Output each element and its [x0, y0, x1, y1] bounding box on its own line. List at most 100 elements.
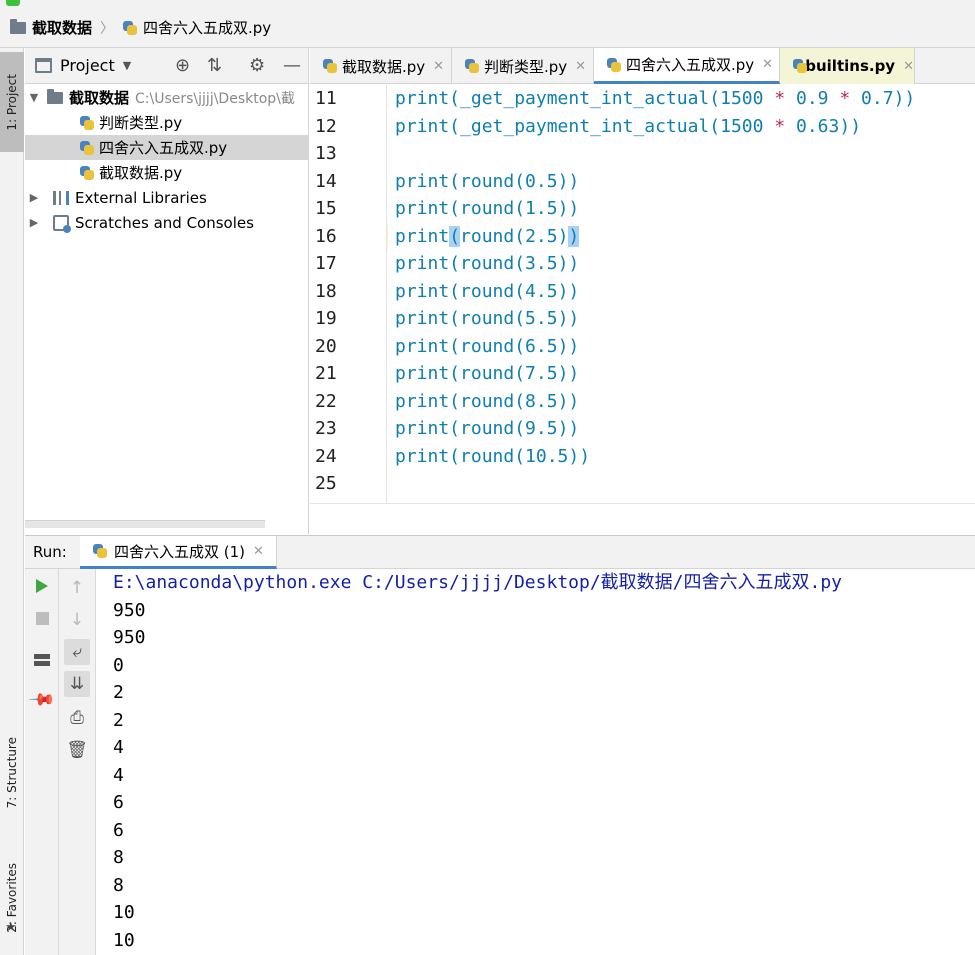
tab-label: builtins.py [805, 57, 896, 75]
collapse-all-icon[interactable]: ⇅ [207, 55, 222, 76]
tree-item-file-selected[interactable]: 四舍六入五成双.py [25, 135, 309, 160]
scroll-to-end-button[interactable]: ⇊ [64, 671, 90, 697]
project-panel-header: Project ▼ ⊕ ⇅ ⚙ — [25, 48, 308, 84]
tab-project[interactable]: 1: Project [0, 52, 24, 152]
console-output-line: 8 [113, 847, 124, 868]
tab-project-label: 1: Project [5, 73, 19, 131]
chevron-down-icon[interactable]: ▼ [27, 91, 41, 104]
scratches-label: Scratches and Consoles [75, 213, 254, 232]
tab-label: 判断类型.py [484, 57, 568, 76]
line-number: 18 [315, 280, 337, 302]
tree-item-file[interactable]: 截取数据.py [25, 160, 309, 185]
code-line[interactable]: print(round(8.5)) [395, 388, 579, 416]
python-file-icon [92, 543, 108, 559]
run-toolbar-secondary: ↑ ↓ ⤶ ⇊ ⎙ 🗑 [59, 569, 96, 955]
print-button[interactable]: ⎙ [64, 705, 90, 731]
run-console[interactable]: E:\anaconda\python.exe C:/Users/jjjj/Des… [97, 569, 975, 955]
console-output-line: 8 [113, 874, 124, 896]
close-icon[interactable]: ✕ [762, 57, 773, 72]
hide-icon[interactable]: — [283, 55, 301, 76]
down-arrow-button[interactable]: ↓ [64, 607, 90, 633]
tree-root-name: 截取数据 [69, 89, 130, 107]
close-icon[interactable]: ✕ [253, 544, 264, 559]
code-line[interactable]: print(round(1.5)) [395, 195, 579, 223]
chevron-right-icon[interactable]: ▶ [27, 191, 41, 204]
code-line[interactable]: print(_get_payment_int_actual(1500 * 0.9… [395, 85, 915, 113]
menu-bar [0, 0, 975, 8]
close-icon[interactable]: ✕ [575, 59, 586, 74]
soft-wrap-button[interactable]: ⤶ [64, 639, 90, 665]
code-line[interactable]: print(round(3.5)) [395, 250, 579, 278]
tab-file-sishe[interactable]: 四舍六入五成双.py ✕ [594, 48, 780, 84]
console-output-line: 0 [113, 654, 124, 676]
code-editor[interactable]: print(_get_payment_int_actual(1500 * 0.9… [388, 85, 975, 503]
code-line[interactable]: print(_get_payment_int_actual(1500 * 0.6… [395, 113, 861, 141]
line-number: 17 [315, 253, 337, 274]
editor-empty-area[interactable] [310, 503, 975, 534]
scroll-to-end-icon: ⇊ [69, 674, 85, 694]
editor-gutter[interactable]: 11 12 13 14 15 16 17 18 19 20 21 22 23 24 25 [310, 85, 387, 503]
code-line[interactable]: print(round(4.5)) [395, 278, 579, 306]
pin-button[interactable]: 📌 [27, 685, 57, 715]
tree-item-scratches[interactable]: ▶ Scratches and Consoles [25, 210, 309, 235]
horizontal-scrollbar[interactable] [25, 520, 265, 528]
breadcrumb-file[interactable]: 四舍六入五成双.py [143, 17, 271, 38]
tab-structure-label: 7: Structure [5, 737, 19, 809]
line-number: 13 [315, 143, 337, 164]
tree-item-file[interactable]: 判断类型.py [25, 110, 309, 135]
gear-icon[interactable]: ⚙ [249, 55, 265, 76]
tab-file-builtins[interactable]: builtins.py ✕ [780, 48, 915, 84]
project-panel: Project ▼ ⊕ ⇅ ⚙ — ▼ 截取数据 C:\Users\jjjj\D… [25, 48, 309, 534]
code-line[interactable]: print(round(10.5)) [395, 443, 590, 471]
scratches-icon [53, 214, 71, 233]
console-output-line: 950 [113, 599, 146, 621]
tab-file-jiequ[interactable]: 截取数据.py ✕ [310, 48, 452, 84]
clear-button[interactable]: 🗑 [64, 737, 90, 763]
line-number: 25 [315, 473, 337, 494]
console-output-line: 10 [113, 902, 135, 923]
tree-file-label: 判断类型.py [99, 114, 183, 132]
code-line[interactable]: print(round(2.5)) [395, 223, 580, 251]
up-arrow-button[interactable]: ↑ [64, 575, 90, 601]
tab-structure[interactable]: 7: Structure [0, 718, 24, 828]
tree-file-label: 截取数据.py [99, 164, 183, 182]
tab-file-panduan[interactable]: 判断类型.py ✕ [452, 48, 594, 84]
line-number: 24 [315, 445, 337, 467]
tab-favorites[interactable]: 2: Favorites [0, 843, 24, 953]
play-icon [36, 579, 48, 593]
code-line[interactable]: print(round(6.5)) [395, 333, 579, 361]
layout-button[interactable] [29, 647, 55, 673]
breadcrumb: 截取数据 〉 四舍六入五成双.py [0, 8, 975, 48]
python-file-icon [79, 165, 95, 181]
chevron-down-icon[interactable]: ▼ [123, 59, 131, 72]
code-line[interactable]: print(round(5.5)) [395, 305, 579, 333]
breadcrumb-project[interactable]: 截取数据 [32, 17, 92, 38]
python-file-icon [606, 57, 622, 73]
run-config-tab[interactable]: 四舍六入五成双 (1) ✕ [80, 536, 277, 569]
app-logo-icon [6, 0, 20, 6]
soft-wrap-icon: ⤶ [72, 642, 82, 662]
run-toolbar: 📌 [25, 569, 59, 955]
console-output-line: 2 [113, 709, 124, 731]
code-line[interactable]: print(round(0.5)) [395, 168, 579, 196]
chevron-right-icon[interactable]: ▶ [27, 216, 41, 229]
rerun-button[interactable] [29, 573, 55, 599]
locate-icon[interactable]: ⊕ [175, 55, 190, 76]
console-output-line: 6 [113, 792, 124, 813]
pin-icon: 📌 [27, 685, 57, 715]
console-output-line: 4 [113, 764, 124, 786]
line-number: 14 [315, 170, 337, 192]
tree-item-external-libraries[interactable]: ▶ External Libraries [25, 185, 309, 210]
code-line[interactable]: print(round(9.5)) [395, 415, 579, 443]
close-icon[interactable]: ✕ [433, 59, 444, 74]
line-number: 16 [315, 225, 337, 247]
tree-root-path: C:\Users\jjjj\Desktop\截 [135, 90, 295, 107]
console-output-line: 4 [113, 737, 124, 758]
folder-icon [47, 88, 63, 104]
tree-item-root[interactable]: ▼ 截取数据 C:\Users\jjjj\Desktop\截 [25, 85, 309, 110]
project-panel-title[interactable]: Project [60, 56, 115, 75]
stop-button[interactable] [29, 605, 55, 631]
library-icon [53, 190, 69, 205]
close-icon[interactable]: ✕ [903, 59, 914, 74]
code-line[interactable]: print(round(7.5)) [395, 360, 579, 388]
